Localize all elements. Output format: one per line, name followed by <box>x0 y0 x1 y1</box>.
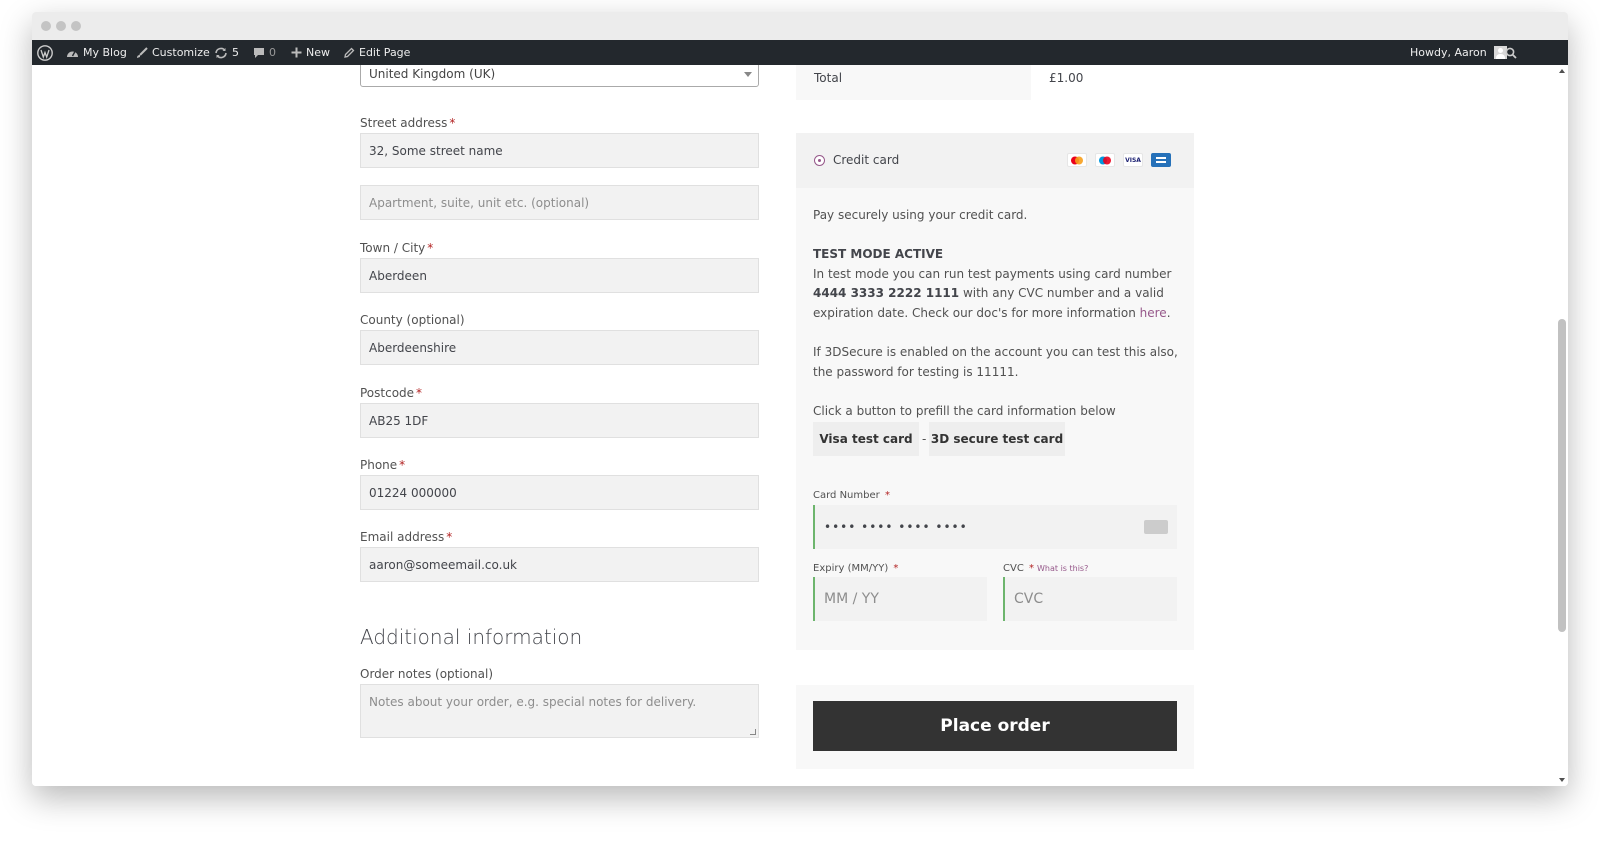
new-label: New <box>306 46 330 59</box>
test-mode-notice: TEST MODE ACTIVE In test mode you can ru… <box>813 247 1172 320</box>
prefill-instructions: Click a button to prefill the card infor… <box>813 404 1116 418</box>
card-icons: VISA <box>1067 153 1171 167</box>
wordpress-logo-icon[interactable] <box>37 40 53 65</box>
adminbar-customize[interactable]: Customize <box>136 40 210 65</box>
3d-secure-test-card-button[interactable]: 3D secure test card <box>929 422 1065 456</box>
adminbar-updates[interactable]: 5 <box>214 40 239 65</box>
total-label: Total <box>814 71 843 85</box>
maestro-icon <box>1095 153 1115 167</box>
howdy-label: Howdy, Aaron <box>1410 46 1487 59</box>
card-brand-icon <box>1144 520 1168 534</box>
visa-test-card-button[interactable]: Visa test card <box>813 422 919 456</box>
test-mode-title: TEST MODE ACTIVE <box>813 247 944 261</box>
scroll-up-icon[interactable] <box>1559 69 1565 73</box>
phone-label: Phone * <box>360 458 406 472</box>
city-label: Town / City * <box>360 241 434 255</box>
visa-icon: VISA <box>1123 153 1143 167</box>
zoom-window-button[interactable] <box>71 21 81 31</box>
brush-icon <box>137 46 148 58</box>
updates-icon <box>215 47 227 58</box>
customize-label: Customize <box>152 46 210 59</box>
adminbar-edit-page[interactable]: Edit Page <box>343 40 410 65</box>
mastercard-icon <box>1067 153 1087 167</box>
postcode-input[interactable]: AB25 1DF <box>360 403 759 438</box>
phone-input[interactable]: 01224 000000 <box>360 475 759 510</box>
order-notes-placeholder: Notes about your order, e.g. special not… <box>369 695 697 709</box>
plus-icon <box>291 47 302 58</box>
comment-icon <box>254 47 264 58</box>
dashboard-icon <box>67 51 78 57</box>
adminbar-search-icon[interactable] <box>1505 40 1517 65</box>
adminbar-new[interactable]: New <box>291 40 330 65</box>
adminbar-site[interactable]: My Blog <box>66 40 127 65</box>
country-select[interactable]: United Kingdom (UK) <box>360 65 759 87</box>
email-input[interactable]: aaron@someemail.co.uk <box>360 547 759 582</box>
expiry-input[interactable]: MM / YY <box>813 577 987 621</box>
postcode-label: Postcode * <box>360 386 423 400</box>
wp-admin-bar: My Blog Customize 5 0 New Edit Page Howd… <box>32 40 1568 65</box>
street-address-label: Street address * <box>360 116 456 130</box>
apartment-input[interactable]: Apartment, suite, unit etc. (optional) <box>360 185 759 220</box>
scroll-down-icon[interactable] <box>1559 778 1565 782</box>
card-number-value: •••• •••• •••• •••• <box>824 520 968 534</box>
place-order-button[interactable]: Place order <box>813 701 1177 751</box>
cvc-input[interactable]: CVC <box>1003 577 1177 621</box>
additional-info-heading: Additional information <box>360 625 583 649</box>
city-input[interactable]: Aberdeen <box>360 258 759 293</box>
cvc-help-link[interactable]: What is this? <box>1037 564 1088 573</box>
street-address-input[interactable]: 32, Some street name <box>360 133 759 168</box>
updates-count: 5 <box>232 46 239 59</box>
pencil-icon <box>344 47 355 58</box>
docs-here-link[interactable]: here <box>1140 306 1167 320</box>
site-name: My Blog <box>83 46 127 59</box>
resize-handle-icon[interactable] <box>750 729 756 735</box>
country-value: United Kingdom (UK) <box>369 67 496 81</box>
email-label: Email address * <box>360 530 453 544</box>
minimize-window-button[interactable] <box>56 21 66 31</box>
edit-page-label: Edit Page <box>359 46 411 59</box>
card-number-label: Card Number * <box>813 490 890 501</box>
window-titlebar <box>32 12 1568 40</box>
comments-count: 0 <box>269 46 276 59</box>
payment-method-title[interactable]: Credit card <box>833 153 899 167</box>
3dsecure-notice: If 3DSecure is enabled on the account yo… <box>813 345 1178 379</box>
order-notes-label: Order notes (optional) <box>360 667 494 681</box>
adminbar-comments[interactable]: 0 <box>253 40 276 65</box>
cvc-label: CVC * What is this? <box>1003 563 1089 574</box>
expiry-label: Expiry (MM/YY) * <box>813 563 899 574</box>
county-input[interactable]: Aberdeenshire <box>360 330 759 365</box>
browser-window: My Blog Customize 5 0 New Edit Page Howd… <box>32 12 1568 786</box>
credit-card-radio[interactable] <box>814 155 825 166</box>
close-window-button[interactable] <box>41 21 51 31</box>
scrollbar-thumb[interactable] <box>1558 319 1566 632</box>
page-content: United Kingdom (UK) Street address * 32, … <box>32 65 1568 786</box>
amex-icon <box>1151 153 1171 167</box>
total-value: £1.00 <box>1049 71 1084 85</box>
card-number-input[interactable]: •••• •••• •••• •••• <box>813 505 1177 549</box>
payment-description: Pay securely using your credit card. <box>813 208 1028 222</box>
page-scrollbar[interactable] <box>1556 65 1568 786</box>
adminbar-account[interactable]: Howdy, Aaron <box>1410 40 1507 65</box>
county-label: County (optional) <box>360 313 465 327</box>
test-card-number: 4444 3333 2222 1111 <box>813 286 960 300</box>
chevron-down-icon <box>744 72 752 77</box>
button-separator: - <box>922 432 927 446</box>
order-notes-textarea[interactable]: Notes about your order, e.g. special not… <box>360 684 759 738</box>
